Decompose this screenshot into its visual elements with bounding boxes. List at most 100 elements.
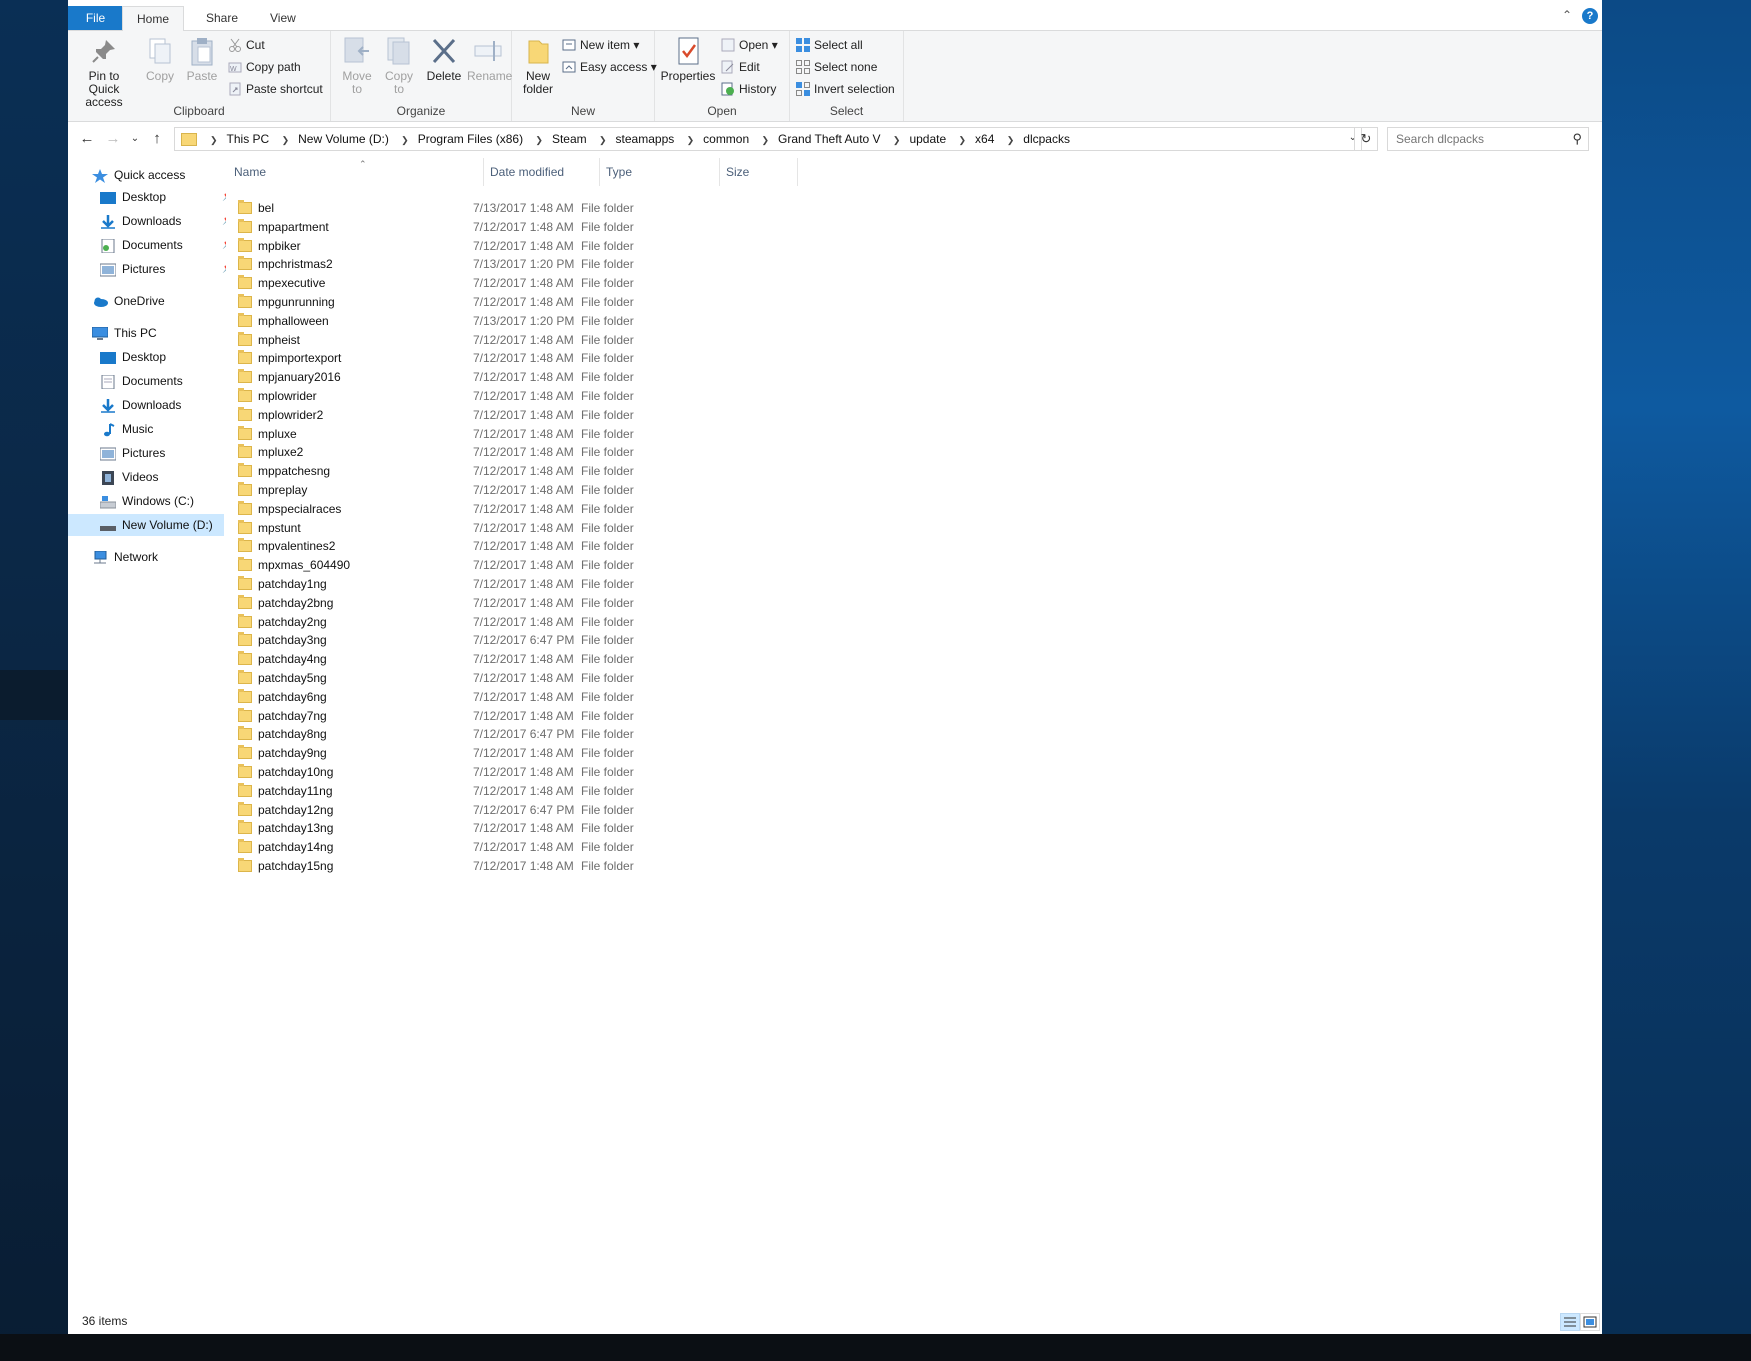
nav-pc-downloads[interactable]: Downloads xyxy=(100,394,181,416)
new-folder-button[interactable]: New folder xyxy=(518,35,558,96)
breadcrumb-common[interactable]: common xyxy=(703,132,749,146)
search-box[interactable]: ⚲ xyxy=(1387,127,1589,151)
history-button[interactable]: History xyxy=(721,79,776,99)
copy-button[interactable]: Copy xyxy=(142,35,178,83)
select-none-button[interactable]: Select none xyxy=(796,57,877,77)
large-icons-view-icon[interactable] xyxy=(1580,1313,1600,1331)
back-arrow-icon[interactable]: ← xyxy=(76,128,98,150)
nav-quick-pictures[interactable]: Pictures📌 xyxy=(99,258,234,280)
paste-shortcut-button[interactable]: Paste shortcut xyxy=(228,79,323,99)
nav-pc-videos[interactable]: Videos xyxy=(100,466,158,488)
nav-this-pc[interactable]: This PC xyxy=(91,322,157,344)
nav-pc-windows-c[interactable]: Windows (C:) xyxy=(99,490,194,512)
table-row[interactable]: patchday8ng 7/12/2017 6:47 PM File folder xyxy=(234,724,1334,744)
nav-network[interactable]: Network xyxy=(92,546,158,568)
tab-share[interactable]: Share xyxy=(192,6,252,30)
pin-quick-access-button[interactable]: Pin to Quick access xyxy=(72,35,136,109)
file-name[interactable]: patchday9ng xyxy=(258,743,327,763)
table-row[interactable]: mpapartment 7/12/2017 1:48 AM File folder xyxy=(234,217,1334,237)
file-name[interactable]: patchday11ng xyxy=(258,781,333,801)
details-view-icon[interactable] xyxy=(1560,1313,1580,1331)
table-row[interactable]: mpgunrunning 7/12/2017 1:48 AM File folder xyxy=(234,292,1334,312)
table-row[interactable]: mpimportexport 7/12/2017 1:48 AM File fold… xyxy=(234,348,1334,368)
file-name[interactable]: mpluxe2 xyxy=(258,442,303,462)
nav-quick-downloads[interactable]: Downloads📌 xyxy=(100,210,234,232)
table-row[interactable]: bel 7/13/2017 1:48 AM File folder xyxy=(234,198,1334,218)
breadcrumb-this-pc[interactable]: This PC xyxy=(227,132,270,146)
tab-file[interactable]: File xyxy=(68,6,123,30)
tab-view[interactable]: View xyxy=(256,6,310,30)
table-row[interactable]: mpstunt 7/12/2017 1:48 AM File folder xyxy=(234,518,1334,538)
paste-button[interactable]: Paste xyxy=(182,35,222,83)
file-name[interactable]: mpexecutive xyxy=(258,273,325,293)
breadcrumb-steamapps[interactable]: steamapps xyxy=(616,132,675,146)
search-input[interactable] xyxy=(1394,128,1568,150)
table-row[interactable]: patchday12ng 7/12/2017 6:47 PM File folder xyxy=(234,800,1334,820)
refresh-icon[interactable]: ↻ xyxy=(1354,127,1378,151)
file-name[interactable]: patchday15ng xyxy=(258,856,333,876)
table-row[interactable]: patchday11ng 7/12/2017 1:48 AM File folder xyxy=(234,781,1334,801)
file-name[interactable]: patchday12ng xyxy=(258,800,333,820)
table-row[interactable]: patchday7ng 7/12/2017 1:48 AM File folder xyxy=(234,706,1334,726)
move-to-button[interactable]: Move to xyxy=(337,35,377,96)
breadcrumb-separator[interactable]: ❯ xyxy=(535,135,543,145)
table-row[interactable]: mpreplay 7/12/2017 1:48 AM File folder xyxy=(234,480,1334,500)
table-row[interactable]: mplowrider 7/12/2017 1:48 AM File folder xyxy=(234,386,1334,406)
table-row[interactable]: patchday2bng 7/12/2017 1:48 AM File folder xyxy=(234,593,1334,613)
file-name[interactable]: mpvalentines2 xyxy=(258,536,335,556)
file-name[interactable]: mplowrider2 xyxy=(258,405,323,425)
file-name[interactable]: mplowrider xyxy=(258,386,317,406)
breadcrumb-separator[interactable]: ❯ xyxy=(401,135,409,145)
file-name[interactable]: patchday3ng xyxy=(258,630,327,650)
table-row[interactable]: patchday6ng 7/12/2017 1:48 AM File folder xyxy=(234,687,1334,707)
file-name[interactable]: patchday5ng xyxy=(258,668,327,688)
cut-button[interactable]: Cut xyxy=(228,35,265,55)
nav-quick-desktop[interactable]: Desktop📌 xyxy=(100,186,234,208)
table-row[interactable]: mphalloween 7/13/2017 1:20 PM File folder xyxy=(234,311,1334,331)
table-row[interactable]: patchday5ng 7/12/2017 1:48 AM File folder xyxy=(234,668,1334,688)
table-row[interactable]: mpbiker 7/12/2017 1:48 AM File folder xyxy=(234,236,1334,256)
file-name[interactable]: mpluxe xyxy=(258,424,297,444)
file-name[interactable]: bel xyxy=(258,198,274,218)
breadcrumb-program-files[interactable]: Program Files (x86) xyxy=(418,132,523,146)
file-name[interactable]: mpbiker xyxy=(258,236,301,256)
table-row[interactable]: mpxmas_604490 7/12/2017 1:48 AM File folde… xyxy=(234,555,1334,575)
file-name[interactable]: patchday2bng xyxy=(258,593,333,613)
breadcrumb-separator[interactable]: ❯ xyxy=(599,135,607,145)
copy-to-button[interactable]: Copy to xyxy=(379,35,419,96)
table-row[interactable]: patchday13ng 7/12/2017 1:48 AM File folder xyxy=(234,818,1334,838)
file-name[interactable]: mpreplay xyxy=(258,480,307,500)
column-header-type[interactable]: Type xyxy=(600,158,720,186)
file-name[interactable]: mpimportexport xyxy=(258,348,341,368)
file-name[interactable]: patchday7ng xyxy=(258,706,327,726)
file-name[interactable]: mppatchesng xyxy=(258,461,330,481)
file-name[interactable]: mpxmas_604490 xyxy=(258,555,350,575)
breadcrumb-steam[interactable]: Steam xyxy=(552,132,587,146)
table-row[interactable]: patchday1ng 7/12/2017 1:48 AM File folder xyxy=(234,574,1334,594)
nav-pc-documents[interactable]: Documents xyxy=(100,370,183,392)
tab-home[interactable]: Home xyxy=(122,6,185,32)
nav-pc-pictures[interactable]: Pictures xyxy=(99,442,165,464)
file-name[interactable]: mpgunrunning xyxy=(258,292,335,312)
breadcrumb-update[interactable]: update xyxy=(909,132,946,146)
file-name[interactable]: patchday14ng xyxy=(258,837,333,857)
table-row[interactable]: patchday9ng 7/12/2017 1:48 AM File folder xyxy=(234,743,1334,763)
nav-pc-new-volume-d[interactable]: New Volume (D:) xyxy=(68,514,224,536)
recent-locations-chevron-icon[interactable]: ⌄ xyxy=(124,128,146,150)
table-row[interactable]: patchday3ng 7/12/2017 6:47 PM File folder xyxy=(234,630,1334,650)
breadcrumb-separator[interactable]: ❯ xyxy=(282,135,290,145)
breadcrumb-separator[interactable]: ❯ xyxy=(1007,135,1015,145)
table-row[interactable]: mpluxe2 7/12/2017 1:48 AM File folder xyxy=(234,442,1334,462)
edit-button[interactable]: Edit xyxy=(721,57,760,77)
file-name[interactable]: mpchristmas2 xyxy=(258,254,333,274)
breadcrumb-separator[interactable]: ❯ xyxy=(893,135,901,145)
table-row[interactable]: patchday10ng 7/12/2017 1:48 AM File folder xyxy=(234,762,1334,782)
nav-onedrive[interactable]: OneDrive xyxy=(92,290,165,312)
open-button[interactable]: Open ▾ xyxy=(721,35,778,55)
up-arrow-icon[interactable]: ↑ xyxy=(146,128,168,150)
rename-button[interactable]: Rename xyxy=(467,35,512,83)
table-row[interactable]: patchday15ng 7/12/2017 1:48 AM File folder xyxy=(234,856,1334,876)
nav-pc-desktop[interactable]: Desktop xyxy=(100,346,166,368)
table-row[interactable]: mpvalentines2 7/12/2017 1:48 AM File folde… xyxy=(234,536,1334,556)
file-name[interactable]: mphalloween xyxy=(258,311,329,331)
